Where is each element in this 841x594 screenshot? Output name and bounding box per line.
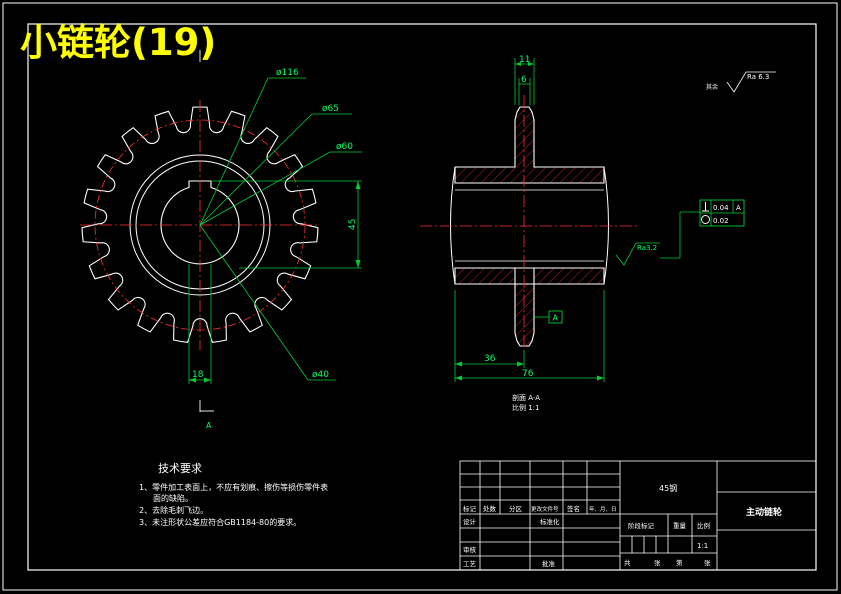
dim-l36: 36: [484, 354, 496, 364]
dim-d116: ø116: [276, 68, 299, 78]
tb-part-name: 主动链轮: [746, 506, 782, 518]
drawing-sheet: ø116 ø65 ø60 ø40 18 45 A 11 6 36 76 剖面 A…: [0, 0, 841, 594]
tolerance-row1-datum: A: [736, 204, 741, 212]
bore-roughness-value: Ra3.2: [637, 244, 657, 252]
tb-label-change-doc: 更改文件号: [531, 505, 559, 513]
tolerance-row1-value: 0.04: [713, 204, 729, 212]
tb-label-count: 处数: [483, 504, 497, 513]
requirement-2: 2、去除毛刺飞边。: [139, 505, 208, 515]
dim-d60: ø60: [336, 142, 353, 152]
requirements-heading: 技术要求: [158, 462, 202, 475]
tb-label-mark: 标记: [463, 504, 477, 513]
drawing-title: 小链轮(19): [20, 21, 216, 64]
dim-l76: 76: [522, 369, 534, 379]
dim-w18: 18: [192, 370, 204, 380]
tb-label-total: 共: [624, 558, 631, 567]
tb-scale-value: 1:1: [697, 542, 708, 550]
tb-label-stage-mark: 阶段标记: [628, 521, 655, 530]
dim-w45: 45: [348, 219, 358, 230]
tb-label-design: 设计: [463, 517, 477, 526]
dim-t11: 11: [519, 55, 530, 65]
tb-label-review: 审核: [463, 545, 477, 554]
tb-label-weight: 重量: [673, 522, 687, 530]
tb-label-zone: 分区: [509, 504, 523, 513]
requirement-1-cont: 面的缺陷。: [153, 493, 193, 503]
roughness-rest-label: 其余: [706, 83, 718, 91]
tb-label-sign: 签名: [567, 504, 580, 513]
section-scale: 比例 1:1: [512, 403, 540, 412]
tb-label-standardize: 标准化: [540, 517, 560, 526]
datum-letter: A: [553, 314, 559, 323]
requirement-1: 1、零件加工表面上，不应有划痕、擦伤等损伤零件表: [139, 482, 328, 492]
tb-label-date: 年、月、日: [589, 505, 617, 513]
tb-label-sheets: 张: [654, 558, 661, 567]
tb-label-ratio: 比例: [697, 521, 710, 530]
tb-label-process: 工艺: [463, 560, 477, 568]
dim-t6: 6: [521, 75, 527, 85]
tb-material: 45钢: [659, 483, 677, 493]
roughness-value: Ra 6.3: [747, 73, 769, 81]
tb-label-no: 第: [676, 558, 683, 567]
requirement-3: 3、未注形状公差应符合GB1184-80的要求。: [139, 517, 301, 527]
dim-d65: ø65: [322, 104, 339, 114]
tb-label-sheet: 张: [704, 558, 711, 567]
tb-label-approve: 批准: [542, 559, 556, 568]
section-letter-a: A: [206, 421, 212, 430]
tolerance-row2-value: 0.02: [713, 217, 729, 225]
dim-d40: ø40: [312, 370, 329, 380]
section-label: 剖面 A-A: [512, 393, 540, 402]
